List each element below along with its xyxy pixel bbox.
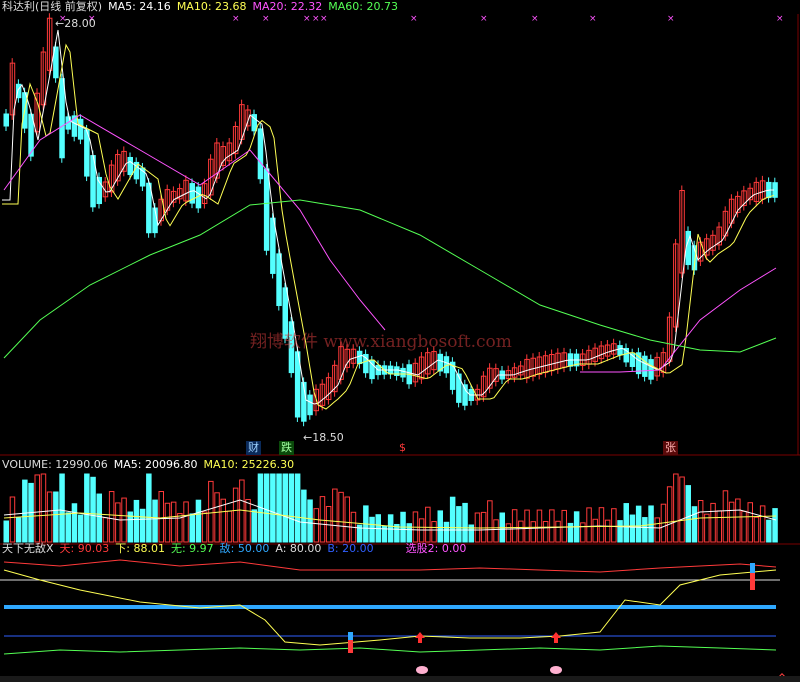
indicator-wu-line <box>3 645 777 655</box>
flower-icon <box>550 666 562 674</box>
date-scrollbar[interactable] <box>0 676 800 682</box>
flower-icon <box>416 666 428 674</box>
signal-bar-red <box>348 640 353 653</box>
up-arrow-icon <box>551 632 561 643</box>
signal-bar-blue <box>348 632 353 640</box>
indicator-chart[interactable] <box>0 0 800 682</box>
signal-bar-blue <box>750 563 755 573</box>
signal-bar-red <box>750 573 755 590</box>
up-arrow-icon <box>415 632 425 643</box>
indicator-tian-line <box>3 559 777 573</box>
